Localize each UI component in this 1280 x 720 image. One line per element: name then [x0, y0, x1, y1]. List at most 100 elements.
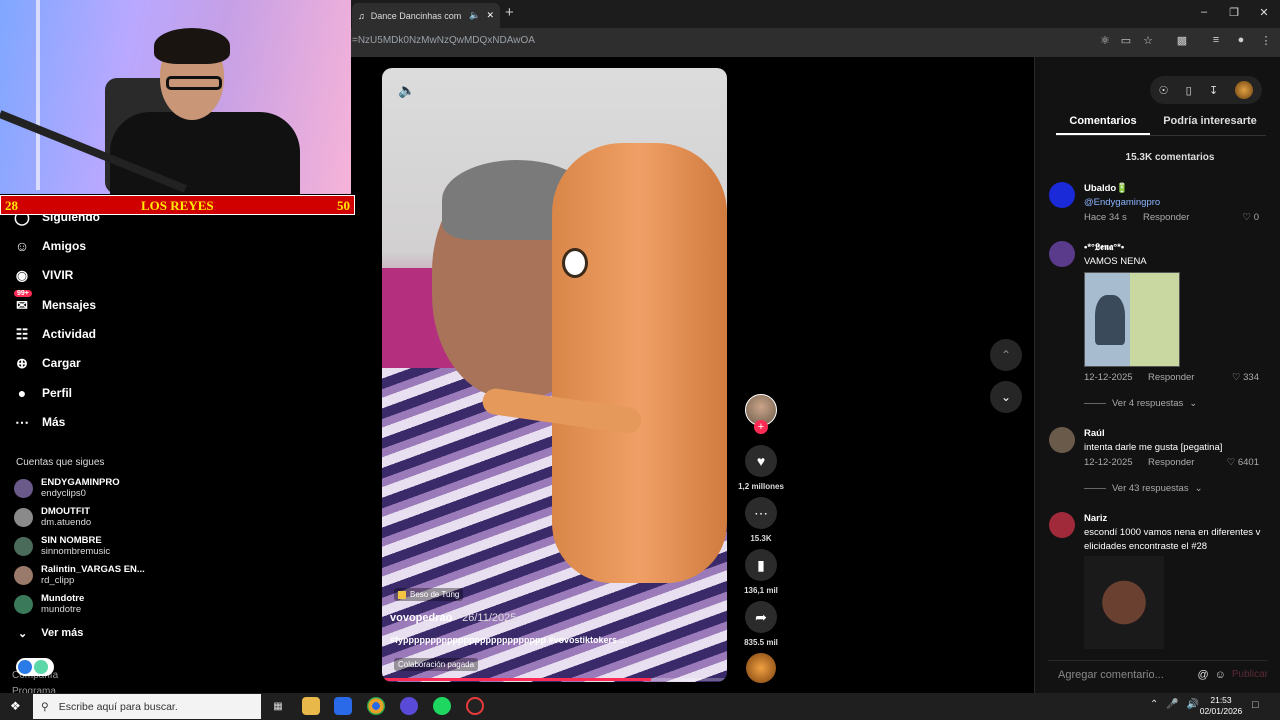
view-replies-button[interactable]: Ver 43 respuestas ⌄: [1084, 483, 1203, 494]
notification-icon[interactable]: □: [1252, 699, 1259, 711]
sidebar-item-profile[interactable]: ● Perfil: [14, 382, 72, 404]
microphone-icon[interactable]: 🎤: [1166, 699, 1178, 710]
floating-app-pill[interactable]: [16, 658, 54, 676]
more-options-icon[interactable]: ⋯: [697, 78, 711, 95]
comment-like[interactable]: ♡ 334: [1214, 372, 1259, 383]
sidebar-item-messages[interactable]: ✉ Mensajes 99+: [14, 290, 96, 316]
tab-close-icon[interactable]: ✕: [486, 10, 494, 21]
window-close-button[interactable]: ✕: [1254, 6, 1274, 19]
share-count: 835.5 mil: [744, 638, 778, 647]
url-field[interactable]: =NzU5MDk0NzMwNzQwMDQxNDAwOA: [352, 35, 535, 46]
share-button[interactable]: ➦: [745, 601, 777, 633]
comment-username[interactable]: •*°𝕷𝖊𝖓𝖆°*•: [1084, 242, 1124, 253]
task-view-icon[interactable]: ▦: [269, 697, 287, 715]
glasses: [166, 76, 222, 90]
media-icon[interactable]: ≡: [1208, 34, 1224, 46]
spotify-icon[interactable]: [433, 697, 451, 715]
store-icon[interactable]: [334, 697, 352, 715]
video-player[interactable]: 🔈 ⋯ Beso de Tung vovopedrao · 26/11/2025…: [382, 68, 727, 682]
view-replies-button[interactable]: Ver 4 respuestas ⌄: [1084, 398, 1197, 409]
sidebar-item-live[interactable]: ◉ VIVIR: [14, 264, 73, 286]
tray-chevron-icon[interactable]: ⌃: [1150, 699, 1158, 710]
taskbar-search-input[interactable]: Escribe aquí para buscar.: [59, 701, 178, 713]
like-button[interactable]: ♥: [745, 445, 777, 477]
comment-text: @Endygamingpro: [1084, 197, 1161, 208]
comment-button[interactable]: ⋯: [745, 497, 777, 529]
comment-avatar[interactable]: [1049, 182, 1075, 208]
taskbar-search[interactable]: ⚲ Escribe aquí para buscar.: [33, 694, 261, 719]
sidebar-item-friends[interactable]: ☺ Amigos: [14, 235, 86, 257]
following-item[interactable]: DMOUTFIT dm.atuendo: [14, 504, 91, 530]
sidebar-item-upload[interactable]: ⊕ Cargar: [14, 352, 81, 374]
video-character: [552, 143, 727, 583]
music-disc[interactable]: [746, 653, 776, 683]
messages-badge: 99+: [14, 290, 32, 297]
user-avatar[interactable]: [1235, 81, 1254, 99]
chrome-icon[interactable]: [367, 697, 385, 715]
translate-icon[interactable]: ⚛: [1097, 34, 1113, 47]
top-icon-group: ☉ ▯ ↧: [1150, 76, 1262, 104]
new-tab-button[interactable]: +: [505, 4, 514, 21]
tab-recommended[interactable]: Podría interesarte: [1160, 115, 1260, 127]
download-icon[interactable]: ↧: [1209, 84, 1218, 97]
windows-start-icon[interactable]: ❖: [10, 699, 21, 713]
tab-comments[interactable]: Comentarios: [1056, 115, 1150, 127]
save-button[interactable]: ▮: [745, 549, 777, 581]
comment-avatar[interactable]: [1049, 512, 1075, 538]
device-icon[interactable]: ▯: [1186, 84, 1192, 97]
comment-text: VAMOS NENA: [1084, 256, 1147, 267]
taskbar-clock[interactable]: 21:53 02/01/2026: [1196, 695, 1246, 717]
browser-menu-icon[interactable]: ⋮: [1258, 34, 1274, 47]
restore-button[interactable]: ❐: [1224, 6, 1244, 19]
tab-audio-icon[interactable]: 🔈: [469, 10, 480, 21]
comment-like[interactable]: ♡ 0: [1214, 212, 1259, 223]
following-item[interactable]: SIN NOMBRE sinnombremusic: [14, 533, 110, 559]
see-more-button[interactable]: ⌄ Ver más: [18, 627, 83, 640]
file-explorer-icon[interactable]: [302, 697, 320, 715]
sidebar-item-label: VIVIR: [42, 268, 74, 282]
comment-image[interactable]: [1084, 272, 1180, 367]
mention-icon[interactable]: @: [1197, 669, 1208, 681]
bookmark-star-icon[interactable]: ☆: [1140, 34, 1156, 47]
following-item[interactable]: ENDYGAMINPRO endyclips0: [14, 475, 120, 501]
reply-button[interactable]: Responder: [1148, 457, 1194, 468]
following-handle: rd_clipp: [41, 575, 75, 586]
video-caption[interactable]: #fypppppppppppppppppppppppppp #vovostikt…: [390, 635, 627, 645]
comment-username[interactable]: Raúl: [1084, 428, 1105, 439]
following-item[interactable]: Mundotre mundotre: [14, 591, 84, 617]
effect-badge[interactable]: Beso de Tung: [394, 588, 464, 601]
comment-avatar[interactable]: [1049, 427, 1075, 453]
emoji-icon[interactable]: ☺: [1215, 669, 1226, 681]
reply-button[interactable]: Responder: [1148, 372, 1194, 383]
sidebar-item-more[interactable]: ⋯ Más: [14, 411, 65, 433]
extensions-icon[interactable]: ▩: [1174, 34, 1190, 47]
comment-like[interactable]: ♡ 6401: [1214, 457, 1259, 468]
video-username[interactable]: vovopedrao: [390, 612, 452, 624]
profile-icon[interactable]: ●: [1233, 34, 1249, 46]
comment-username[interactable]: Ubaldo🔋: [1084, 183, 1128, 194]
streamer-torso: [110, 112, 300, 194]
publish-button[interactable]: Publicar: [1232, 669, 1268, 680]
reply-button[interactable]: Responder: [1143, 212, 1189, 223]
previous-video-button[interactable]: ⌃: [990, 339, 1022, 371]
browser-tab[interactable]: ♫ Dance Dancinhas com Vovô 🔈 ✕: [352, 3, 500, 28]
obs-icon[interactable]: [466, 697, 484, 715]
add-comment-input[interactable]: Agregar comentario...: [1058, 669, 1191, 681]
following-item[interactable]: Ralintin_VARGAS EN... rd_clipp: [14, 562, 145, 588]
webcam-overlay: [0, 0, 351, 194]
discord-icon[interactable]: [400, 697, 418, 715]
comment-avatar[interactable]: [1049, 241, 1075, 267]
minimize-button[interactable]: –: [1194, 6, 1214, 18]
volume-icon[interactable]: 🔈: [398, 82, 415, 99]
comment-username[interactable]: Nariz: [1084, 513, 1107, 524]
next-video-button[interactable]: ⌄: [990, 381, 1022, 413]
sidebar-item-activity[interactable]: ☷ Actividad: [14, 323, 96, 345]
comment-image[interactable]: [1084, 556, 1164, 649]
comment-count: 15.3K: [750, 534, 772, 543]
chevron-down-icon: ⌄: [18, 628, 28, 640]
video-author[interactable]: vovopedrao · 26/11/2025: [390, 612, 516, 624]
comment-time: Hace 34 s: [1084, 212, 1127, 223]
coin-icon[interactable]: ☉: [1159, 84, 1169, 97]
follow-plus-button[interactable]: +: [754, 420, 768, 434]
cast-icon[interactable]: ▭: [1118, 34, 1134, 47]
